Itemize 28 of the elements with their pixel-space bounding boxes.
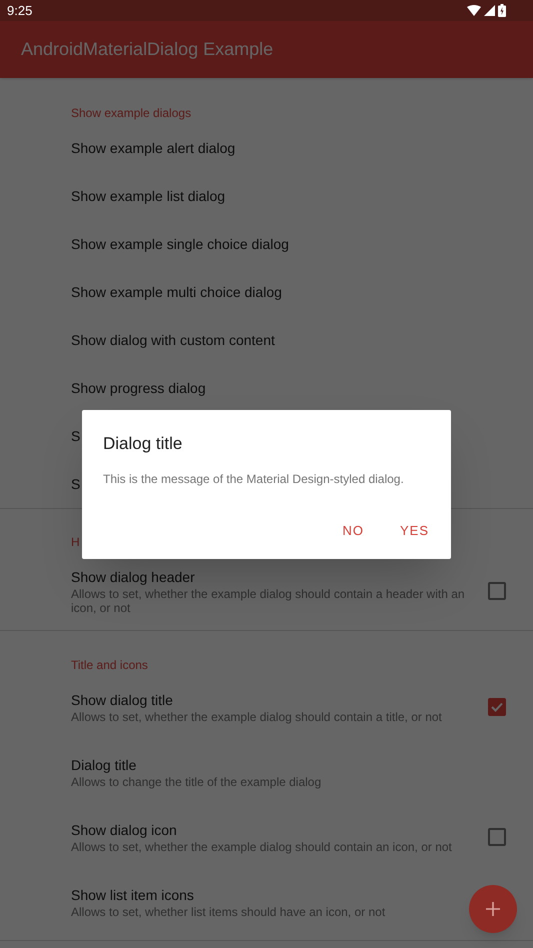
dialog-button[interactable]: YES bbox=[392, 513, 437, 549]
check-icon bbox=[490, 700, 504, 714]
dialog-title: Dialog title bbox=[103, 433, 184, 455]
section-header: Show example dialogs bbox=[71, 106, 192, 120]
preference-title: Show dialog title bbox=[71, 691, 174, 710]
preference-title: Show list item icons bbox=[71, 886, 195, 905]
preference-title: Show dialog header bbox=[71, 568, 196, 587]
section-header: Title and icons bbox=[71, 658, 148, 672]
dialog-button[interactable]: NO bbox=[334, 513, 372, 549]
preference-title: Show dialog icon bbox=[71, 821, 178, 840]
list-item[interactable]: Show example list dialog bbox=[0, 172, 533, 220]
section-header: H bbox=[71, 535, 80, 549]
checkbox[interactable] bbox=[488, 828, 506, 846]
list-item[interactable]: Show dialog with custom content bbox=[0, 316, 533, 364]
status-time: 9:25 bbox=[7, 2, 32, 20]
signal-icon bbox=[484, 5, 495, 16]
preference-title: Dialog title bbox=[71, 756, 138, 775]
checkbox[interactable] bbox=[488, 698, 506, 716]
list-item[interactable]: Show example multi choice dialog bbox=[0, 268, 533, 316]
add-button[interactable] bbox=[469, 885, 517, 933]
checkbox[interactable] bbox=[488, 582, 506, 600]
battery-icon bbox=[498, 4, 506, 17]
wifi-icon bbox=[467, 5, 481, 16]
plus-icon bbox=[486, 902, 500, 916]
list-item[interactable]: Show example alert dialog bbox=[0, 124, 533, 172]
dialog-message: This is the message of the Material Design-styled dialog. bbox=[103, 471, 405, 487]
app-title: AndroidMaterialDialog Example bbox=[21, 38, 274, 61]
list-item[interactable]: Show example single choice dialog bbox=[0, 220, 533, 268]
